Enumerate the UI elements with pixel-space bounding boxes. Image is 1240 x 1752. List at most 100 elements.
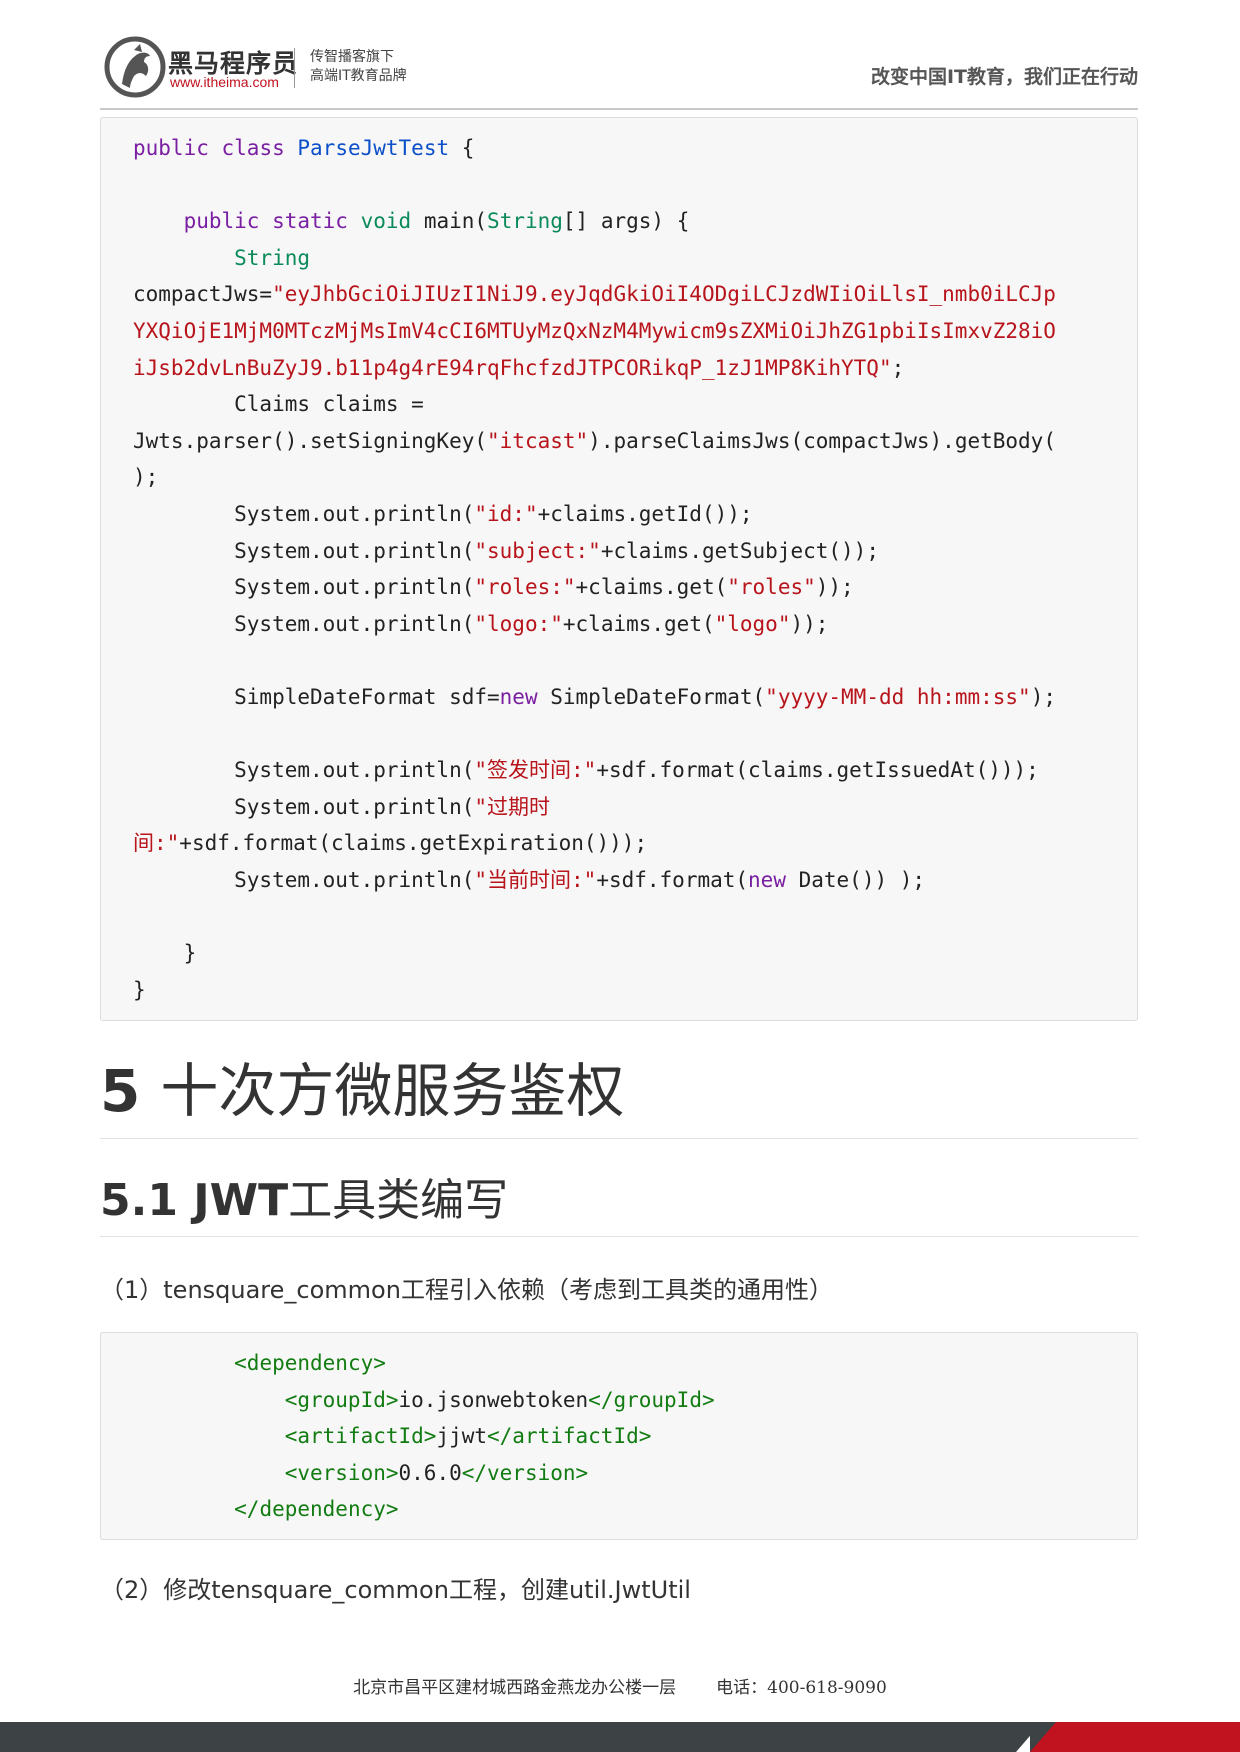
tagline-line1: 传智播客旗下 bbox=[310, 49, 394, 65]
page-header: 黑马程序员 www.itheima.com 传智播客旗下 高端IT教育品牌 改变… bbox=[100, 36, 1138, 110]
code-token: } bbox=[133, 977, 146, 1002]
code-token: String bbox=[487, 209, 563, 234]
code-token: SimpleDateFormat( bbox=[537, 684, 766, 709]
code-line: } bbox=[133, 935, 1137, 972]
code-line: System.out.println("签发时间:"+sdf.format(cl… bbox=[133, 752, 1137, 789]
xml-code-block: <dependency> <groupId>io.jsonwebtoken</g… bbox=[100, 1332, 1138, 1540]
code-token: Date()) ); bbox=[785, 867, 926, 892]
code-token: +claims.getSubject()); bbox=[600, 538, 879, 563]
code-token: 0.6.0 bbox=[398, 1460, 462, 1485]
code-line: iJsb2dvLnBuZyJ9.b11p4g4rE94rqFhcfzdJTPCO… bbox=[133, 350, 1137, 387]
code-token: "签发时间:" bbox=[474, 758, 597, 783]
code-token: ).parseClaimsJws(compactJws).getBody( bbox=[588, 428, 1056, 453]
code-token: )); bbox=[790, 611, 829, 636]
code-token: "roles" bbox=[727, 575, 816, 600]
code-token: ); bbox=[133, 465, 159, 490]
code-token: YXQiOjE1MjM0MTczMjMsImV4cCI6MTUyMzQxNzM4… bbox=[133, 318, 1056, 343]
code-token: io.jsonwebtoken bbox=[398, 1387, 589, 1412]
code-token: </groupId> bbox=[588, 1387, 715, 1412]
code-line: Claims claims = bbox=[133, 386, 1137, 423]
code-token: "yyyy-MM-dd hh:mm:ss" bbox=[765, 684, 1031, 709]
code-line: System.out.println("roles:"+claims.get("… bbox=[133, 569, 1137, 606]
code-token: <groupId> bbox=[284, 1387, 399, 1412]
code-line: compactJws="eyJhbGciOiJIUzI1NiJ9.eyJqdGk… bbox=[133, 276, 1137, 313]
code-line: String bbox=[133, 240, 1137, 277]
code-line: <artifactId>jjwt</artifactId> bbox=[133, 1418, 1137, 1455]
java-code-block: public class ParseJwtTest { public stati… bbox=[100, 117, 1138, 1021]
code-token: +claims.get( bbox=[575, 575, 728, 600]
code-token: "subject:" bbox=[474, 538, 601, 563]
code-line: System.out.println("id:"+claims.getId())… bbox=[133, 496, 1137, 533]
header-slogan: 改变中国IT教育，我们正在行动 bbox=[870, 66, 1138, 88]
code-token: void bbox=[360, 209, 412, 234]
code-token: iJsb2dvLnBuZyJ9.b11p4g4rE94rqFhcfzdJTPCO… bbox=[133, 355, 892, 380]
code-token: SimpleDateFormat sdf= bbox=[133, 684, 500, 709]
code-line: ); bbox=[133, 459, 1137, 496]
code-token: +claims.get( bbox=[562, 611, 715, 636]
code-token: "roles:" bbox=[474, 575, 576, 600]
code-token: System.out.println( bbox=[133, 867, 475, 892]
section-number: 5 bbox=[100, 1057, 141, 1125]
code-token: Jwts.parser().setSigningKey( bbox=[133, 428, 488, 453]
brand-divider bbox=[294, 48, 295, 88]
code-token: new bbox=[748, 867, 786, 892]
subsection-title: 工具类编写 bbox=[288, 1175, 509, 1226]
code-token: System.out.println( bbox=[133, 501, 475, 526]
heading-divider bbox=[100, 1138, 1138, 1139]
code-token: System.out.println( bbox=[133, 611, 475, 636]
footer-bar-accent bbox=[1030, 1722, 1240, 1752]
code-line: System.out.println("过期时 bbox=[133, 789, 1137, 826]
code-token: class bbox=[221, 136, 285, 160]
code-line: } bbox=[133, 972, 1137, 1009]
subheading-divider bbox=[100, 1236, 1138, 1237]
code-line: YXQiOjE1MjM0MTczMjMsImV4cCI6MTUyMzQxNzM4… bbox=[133, 313, 1137, 350]
code-token: ParseJwtTest bbox=[297, 136, 450, 160]
code-line: <version>0.6.0</version> bbox=[133, 1455, 1137, 1492]
footer-contact: 北京市昌平区建材城西路金燕龙办公楼一层 电话：400-618-9090 bbox=[0, 1673, 1240, 1698]
code-token: ; bbox=[891, 355, 905, 380]
code-line: System.out.println("logo:"+claims.get("l… bbox=[133, 606, 1137, 643]
code-line: <groupId>io.jsonwebtoken</groupId> bbox=[133, 1382, 1137, 1419]
horse-logo-icon bbox=[104, 36, 166, 98]
code-token: } bbox=[133, 941, 197, 966]
code-token: "id:" bbox=[474, 501, 538, 526]
section-heading: 5 十次方微服务鉴权 bbox=[100, 1044, 624, 1128]
code-token: 间:" bbox=[133, 831, 180, 856]
code-token: System.out.println( bbox=[133, 794, 475, 819]
code-token: "logo" bbox=[714, 611, 791, 636]
code-token: System.out.println( bbox=[133, 758, 475, 783]
code-token: +claims.getId()); bbox=[537, 501, 753, 526]
code-line: public static void main(String[] args) { bbox=[133, 203, 1137, 240]
footer-address: 北京市昌平区建材城西路金燕龙办公楼一层 bbox=[353, 1678, 677, 1698]
code-token: compactJws= bbox=[133, 282, 273, 307]
code-token: </artifactId> bbox=[487, 1424, 652, 1449]
code-token: main( bbox=[411, 209, 488, 234]
code-token: "当前时间:" bbox=[474, 867, 597, 892]
step1-text: （1）tensquare_common工程引入依赖（考虑到工具类的通用性） bbox=[100, 1276, 833, 1304]
code-token: System.out.println( bbox=[133, 575, 475, 600]
code-token: [] args) { bbox=[562, 209, 690, 234]
code-token: )); bbox=[815, 575, 854, 600]
tagline-line2: 高端IT教育品牌 bbox=[310, 68, 407, 84]
code-line: </dependency> bbox=[133, 1491, 1137, 1528]
code-token: System.out.println( bbox=[133, 538, 475, 563]
brand-tagline: 传智播客旗下 高端IT教育品牌 bbox=[310, 48, 407, 86]
code-line: Jwts.parser().setSigningKey("itcast").pa… bbox=[133, 423, 1137, 460]
code-token: static bbox=[272, 209, 348, 234]
subsection-heading: 5.1 JWT工具类编写 bbox=[100, 1164, 508, 1228]
code-token: public bbox=[183, 209, 260, 234]
code-token: <dependency> bbox=[234, 1351, 386, 1375]
code-line: System.out.println("当前时间:"+sdf.format(ne… bbox=[133, 862, 1137, 899]
code-token: ); bbox=[1030, 684, 1056, 709]
subsection-number: 5.1 JWT bbox=[100, 1175, 289, 1226]
